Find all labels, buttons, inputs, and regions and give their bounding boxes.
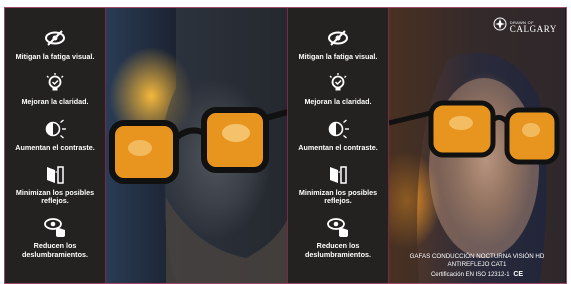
contrast-sun-icon <box>43 117 67 141</box>
feature-contrast: Aumentan el contraste. <box>5 117 105 152</box>
ce-mark-icon: CE <box>513 270 524 278</box>
feature-label: Mitigan la fatiga visual. <box>298 52 378 61</box>
reflection-icon <box>326 162 350 186</box>
woman-glasses-illustration <box>389 8 565 283</box>
feature-label: Reducen los deslumbramientos. <box>305 241 371 259</box>
eye-slash-icon <box>43 26 67 50</box>
feature-label: Aumentan el contraste. <box>15 142 95 152</box>
caption-line-2: ANTIREFLEJO CAT1 <box>447 261 507 269</box>
crest-icon <box>493 17 507 36</box>
feature-reflections: Minimizan los posibles reflejos. <box>5 162 105 206</box>
certification-text: Certificación EN ISO 12312-1 <box>430 271 510 278</box>
feature-label: Mitigan la fatiga visual. <box>15 52 95 61</box>
feature-glare: Reducen los deslumbramientos. <box>5 215 105 259</box>
product-caption: GAFAS CONDUCCIÓN NOCTURNA VISIÓN HD ANTI… <box>389 253 565 279</box>
features-panel-right: Mitigan la fatiga visual. Mejoran la cla… <box>288 8 389 283</box>
feature-clarity: Mejoran la claridad. <box>5 71 105 106</box>
feature-label: Reducen los deslumbramientos. <box>22 241 88 259</box>
lightbulb-check-icon <box>326 71 350 95</box>
brand-logo: DRAWN OF CALGARY <box>493 17 557 36</box>
lightbulb-check-icon <box>43 71 67 95</box>
eye-hand-icon <box>43 215 67 239</box>
logo-title: CALGARY <box>509 23 557 34</box>
feature-label: Aumentan el contraste. <box>298 142 378 152</box>
feature-reflections: Minimizan los posibles reflejos. <box>288 162 388 206</box>
man-photo <box>106 8 288 283</box>
feature-clarity: Mejoran la claridad. <box>288 71 388 106</box>
features-panel-left: Mitigan la fatiga visual. Mejoran la cla… <box>5 8 106 283</box>
feature-fatigue: Mitigan la fatiga visual. <box>5 26 105 61</box>
certification-line: Certificación EN ISO 12312-1 CE <box>389 270 565 279</box>
eye-hand-icon <box>326 215 350 239</box>
man-glasses-illustration <box>109 8 287 283</box>
feature-label: Minimizan los posibles reflejos. <box>15 187 95 206</box>
reflection-icon <box>43 162 67 186</box>
feature-fatigue: Mitigan la fatiga visual. <box>288 26 388 61</box>
feature-contrast: Aumentan el contraste. <box>288 117 388 152</box>
eye-slash-icon <box>326 26 350 50</box>
woman-photo: DRAWN OF CALGARY GAFAS CONDUCCIÓN NOCTUR… <box>389 8 565 283</box>
product-banner: Mitigan la fatiga visual. Mejoran la cla… <box>4 7 567 284</box>
feature-label: Mejoran la claridad. <box>21 97 89 107</box>
contrast-sun-icon <box>326 117 350 141</box>
feature-label: Mejoran la claridad. <box>304 97 372 107</box>
feature-label: Minimizan los posibles reflejos. <box>298 187 378 206</box>
caption-line-1: GAFAS CONDUCCIÓN NOCTURNA VISIÓN HD <box>409 252 545 260</box>
feature-glare: Reducen los deslumbramientos. <box>288 215 388 259</box>
